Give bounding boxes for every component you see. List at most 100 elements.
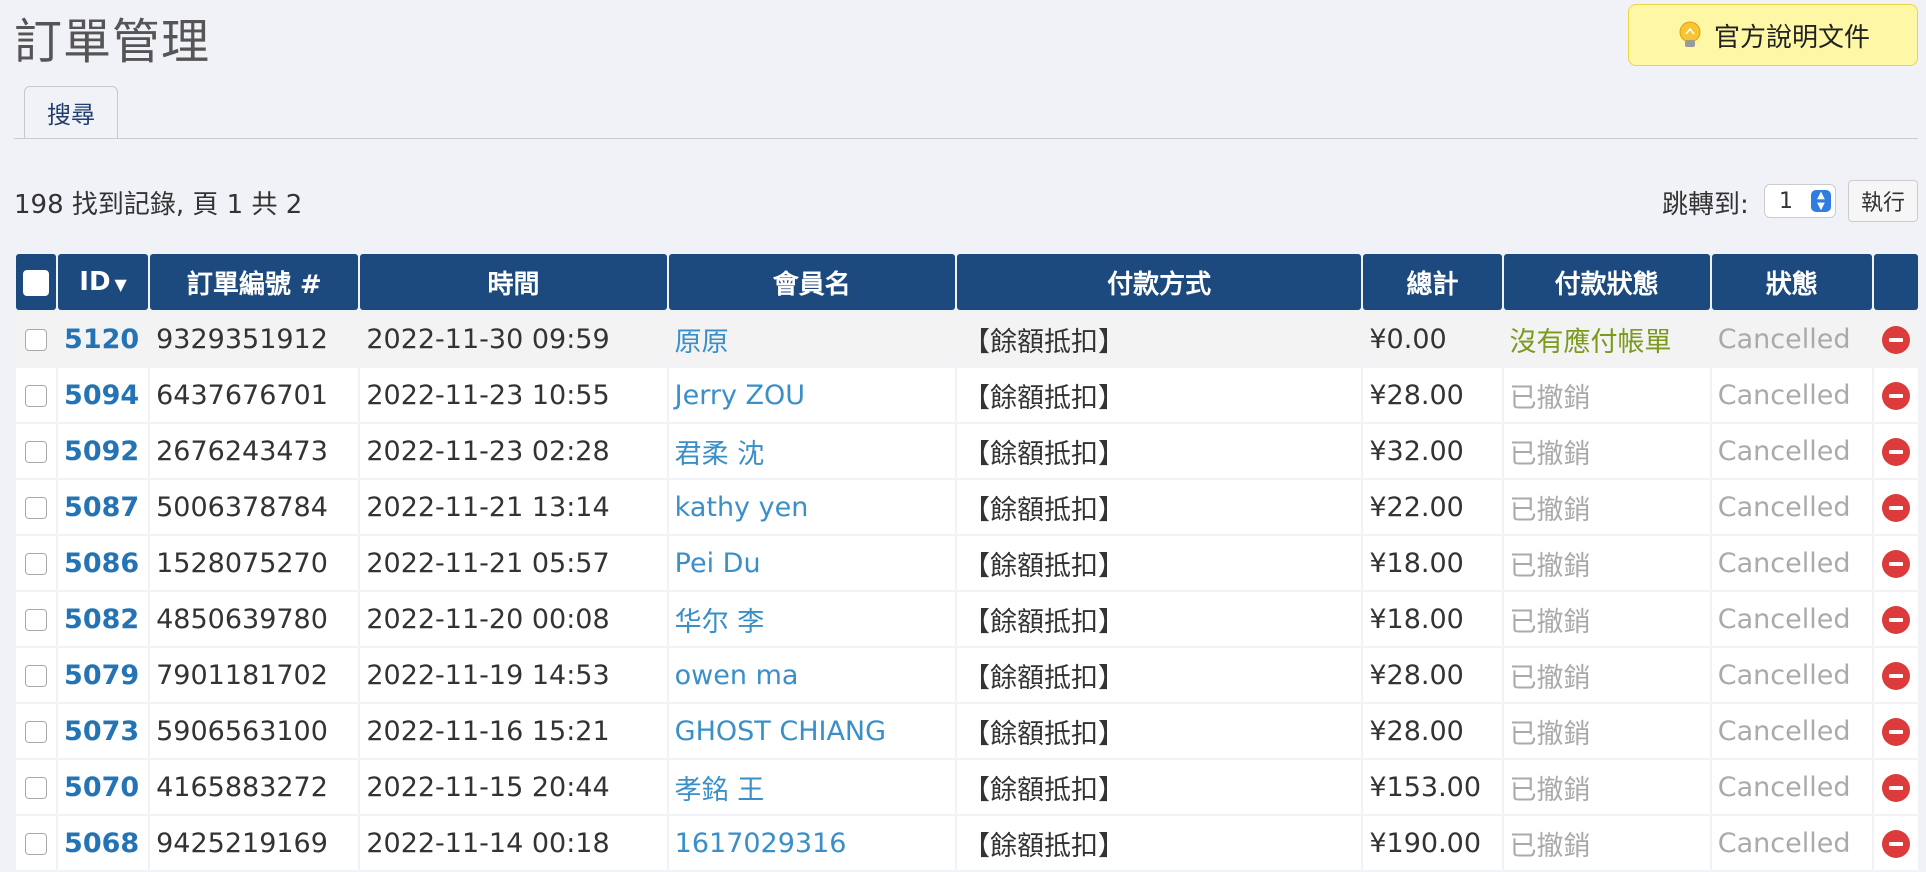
orders-table: ID ▼ 訂單編號 # 時間 會員名 付款方式 總計 付款狀態 狀態 5120 93… (14, 252, 1920, 872)
row-checkbox-cell (16, 592, 57, 646)
payment-method: 【餘額抵扣】 (956, 704, 1362, 758)
payment-status: 已撤銷 (1503, 816, 1710, 870)
column-header-member[interactable]: 會員名 (668, 254, 955, 310)
order-total: ¥32.00 (1363, 424, 1502, 478)
row-checkbox[interactable] (25, 329, 48, 351)
delete-icon[interactable] (1881, 382, 1910, 410)
payment-status: 已撤銷 (1503, 424, 1710, 478)
order-id-link[interactable]: 5086 (58, 536, 149, 590)
payment-method: 【餘額抵扣】 (956, 480, 1362, 534)
row-checkbox-cell (16, 424, 57, 478)
member-link[interactable]: 孝銘 王 (668, 760, 955, 814)
goto-page-select[interactable]: 1 ▲ ▼ (1764, 184, 1836, 218)
row-checkbox[interactable] (25, 441, 48, 463)
order-number: 9425219169 (150, 816, 359, 870)
member-link[interactable]: 1617029316 (668, 816, 955, 870)
member-link[interactable]: kathy yen (668, 480, 955, 534)
goto-button[interactable]: 執行 (1848, 180, 1918, 222)
table-row: 5070 4165883272 2022-11-15 20:44 孝銘 王【餘額抵扣】… (16, 760, 1918, 814)
order-total: ¥18.00 (1363, 536, 1502, 590)
member-link[interactable]: GHOST CHIANG (668, 704, 955, 758)
payment-method: 【餘額抵扣】 (956, 648, 1362, 702)
docs-button-label: 官方說明文件 (1713, 22, 1870, 53)
sort-desc-icon: ▼ (114, 275, 127, 294)
row-checkbox-cell (16, 368, 57, 422)
member-link[interactable]: 原原 (668, 312, 955, 366)
member-link[interactable]: owen ma (668, 648, 955, 702)
row-checkbox-cell (16, 536, 57, 590)
row-checkbox[interactable] (25, 497, 48, 519)
row-checkbox[interactable] (25, 665, 48, 687)
table-header-row: ID ▼ 訂單編號 # 時間 會員名 付款方式 總計 付款狀態 狀態 (16, 254, 1918, 310)
order-id-link[interactable]: 5068 (58, 816, 149, 870)
order-id-link[interactable]: 5092 (58, 424, 149, 478)
row-checkbox-cell (16, 704, 57, 758)
docs-button[interactable]: 官方說明文件 (1628, 4, 1918, 66)
order-id-link[interactable]: 5094 (58, 368, 149, 422)
column-header-status[interactable]: 狀態 (1711, 254, 1872, 310)
order-number: 4165883272 (150, 760, 359, 814)
delete-cell (1873, 760, 1918, 814)
row-checkbox[interactable] (25, 721, 48, 743)
row-checkbox[interactable] (25, 385, 48, 407)
order-id-link[interactable]: 5082 (58, 592, 149, 646)
delete-cell (1873, 592, 1918, 646)
row-checkbox-cell (16, 760, 57, 814)
order-status: Cancelled (1711, 816, 1872, 870)
column-header-pay-status[interactable]: 付款狀態 (1503, 254, 1710, 310)
row-checkbox[interactable] (25, 777, 48, 799)
member-link[interactable]: Jerry ZOU (668, 368, 955, 422)
delete-icon[interactable] (1881, 606, 1910, 634)
order-time: 2022-11-15 20:44 (360, 760, 667, 814)
order-number: 1528075270 (150, 536, 359, 590)
member-link[interactable]: 华尔 李 (668, 592, 955, 646)
delete-icon[interactable] (1881, 494, 1910, 522)
row-checkbox-cell (16, 816, 57, 870)
tab-bar (14, 138, 1918, 139)
order-id-link[interactable]: 5079 (58, 648, 149, 702)
select-all-checkbox-cell (16, 254, 57, 310)
payment-method: 【餘額抵扣】 (956, 816, 1362, 870)
delete-icon[interactable] (1881, 438, 1910, 466)
order-total: ¥190.00 (1363, 816, 1502, 870)
order-status: Cancelled (1711, 424, 1872, 478)
delete-icon[interactable] (1881, 718, 1910, 746)
delete-icon[interactable] (1881, 550, 1910, 578)
column-header-time[interactable]: 時間 (360, 254, 667, 310)
order-status: Cancelled (1711, 704, 1872, 758)
table-row: 5120 9329351912 2022-11-30 09:59 原原 【餘額抵扣】 ¥0… (16, 312, 1918, 366)
delete-icon[interactable] (1881, 326, 1910, 354)
delete-cell (1873, 816, 1918, 870)
row-checkbox[interactable] (25, 833, 48, 855)
member-link[interactable]: Pei Du (668, 536, 955, 590)
column-header-order-no[interactable]: 訂單編號 # (150, 254, 359, 310)
order-id-link[interactable]: 5070 (58, 760, 149, 814)
order-time: 2022-11-19 14:53 (360, 648, 667, 702)
order-id-link[interactable]: 5120 (58, 312, 149, 366)
order-id-link[interactable]: 5087 (58, 480, 149, 534)
goto-label: 跳轉到: (1662, 190, 1749, 220)
delete-icon[interactable] (1881, 830, 1910, 858)
member-link[interactable]: 君柔 沈 (668, 424, 955, 478)
chevron-updown-icon: ▲ ▼ (1811, 190, 1831, 212)
order-number: 4850639780 (150, 592, 359, 646)
order-status: Cancelled (1711, 592, 1872, 646)
column-header-total[interactable]: 總計 (1363, 254, 1502, 310)
order-id-link[interactable]: 5073 (58, 704, 149, 758)
order-total: ¥28.00 (1363, 368, 1502, 422)
order-status: Cancelled (1711, 312, 1872, 366)
row-checkbox[interactable] (25, 609, 48, 631)
column-header-id[interactable]: ID ▼ (58, 254, 149, 310)
payment-status: 已撤銷 (1503, 760, 1710, 814)
order-status: Cancelled (1711, 536, 1872, 590)
tab-search[interactable]: 搜尋 (24, 86, 118, 138)
order-time: 2022-11-23 10:55 (360, 368, 667, 422)
order-total: ¥18.00 (1363, 592, 1502, 646)
delete-icon[interactable] (1881, 774, 1910, 802)
order-total: ¥28.00 (1363, 704, 1502, 758)
column-header-payment[interactable]: 付款方式 (956, 254, 1362, 310)
select-all-checkbox[interactable] (23, 269, 50, 296)
delete-icon[interactable] (1881, 662, 1910, 690)
payment-status: 已撤銷 (1503, 536, 1710, 590)
row-checkbox[interactable] (25, 553, 48, 575)
